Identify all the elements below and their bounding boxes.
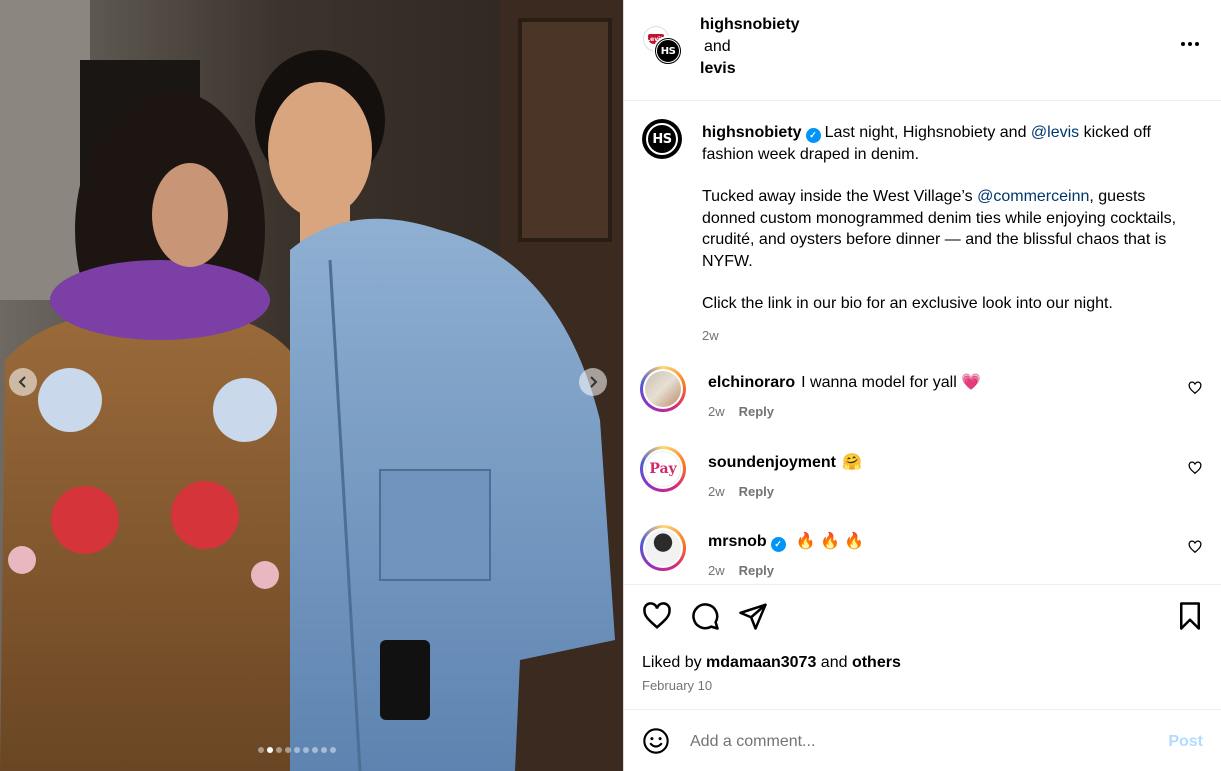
author-link[interactable]: highsnobiety (700, 16, 800, 33)
verified-badge-icon: ✓ (805, 128, 821, 143)
carousel-dot (330, 747, 336, 753)
comment-body: 🔥 🔥 🔥 (795, 533, 865, 550)
carousel-dot (285, 747, 291, 753)
author-link[interactable]: levis (700, 60, 736, 77)
like-comment-icon[interactable] (1188, 381, 1202, 395)
like-comment-icon[interactable] (1188, 540, 1202, 554)
carousel-dots (258, 747, 336, 753)
comments-area[interactable]: HS highsnobiety ✓ Last night, Highsnobiety… (624, 101, 1221, 584)
carousel-dot (321, 747, 327, 753)
comment-time[interactable]: 2w (708, 563, 725, 578)
comment-time[interactable]: 2w (708, 404, 725, 419)
chevron-left-icon (18, 376, 26, 388)
comment-avatar[interactable] (640, 525, 686, 571)
post-date[interactable]: February 10 (642, 678, 712, 693)
post-photo (0, 0, 623, 771)
comment-item: mrsnob ✓ 🔥 🔥 🔥 2w Reply (640, 525, 1206, 584)
comment-time[interactable]: 2w (708, 484, 725, 499)
share-icon[interactable] (738, 601, 768, 631)
comment-body: 🤗 (842, 454, 862, 471)
carousel-dot (312, 747, 318, 753)
comment-avatar[interactable] (640, 366, 686, 412)
likes-others-link[interactable]: others (852, 654, 901, 671)
caption-time[interactable]: 2w (702, 325, 1182, 347)
carousel-next-button[interactable] (579, 368, 607, 396)
caption-line1-pre: Last night, Highsnobiety and (824, 124, 1031, 141)
comment-body: I wanna model for yall 💗 (801, 374, 982, 391)
post-media[interactable] (0, 0, 623, 771)
comment-icon[interactable] (690, 601, 720, 631)
comment-meta: 2w Reply (708, 484, 774, 499)
caption-paragraph: Tucked away inside the West Village’s @c… (702, 186, 1182, 272)
likes-prefix: Liked by (642, 654, 707, 671)
comment-meta: 2w Reply (708, 404, 774, 419)
carousel-prev-button[interactable] (9, 368, 37, 396)
likes-summary: Liked by mdamaan3073 and others (642, 654, 901, 672)
author-separator: and (704, 38, 731, 55)
comment-username[interactable]: soundenjoyment (708, 454, 836, 471)
post-sidebar: Levi's HS highsnobiety and levis HS high… (623, 0, 1221, 771)
collab-avatars[interactable]: Levi's HS (643, 26, 687, 70)
like-comment-icon[interactable] (1188, 461, 1202, 475)
carousel-dot (294, 747, 300, 753)
post-header: Levi's HS highsnobiety and levis (624, 0, 1221, 101)
reply-button[interactable]: Reply (739, 484, 774, 499)
mention-link[interactable]: @commerceinn (977, 188, 1089, 205)
comment-username[interactable]: elchinoraro (708, 374, 795, 391)
pay-logo: Pay (649, 461, 677, 477)
comment-text: mrsnob ✓ 🔥 🔥 🔥 (708, 531, 864, 552)
carousel-dot (258, 747, 264, 753)
carousel-dot (303, 747, 309, 753)
add-comment-bar: Post (624, 709, 1221, 771)
liker-username[interactable]: mdamaan3073 (706, 654, 816, 671)
caption-paragraph: Click the link in our bio for an exclusi… (702, 295, 1113, 312)
post-authors: highsnobiety and levis (700, 14, 800, 80)
verified-badge-icon: ✓ (770, 537, 786, 552)
caption-username[interactable]: highsnobiety (702, 124, 802, 141)
comment-text: elchinoraro I wanna model for yall 💗 (708, 372, 981, 392)
hs-logo: HS (646, 123, 678, 155)
caption-para2-pre: Tucked away inside the West Village’s (702, 188, 978, 205)
comment-input[interactable] (690, 730, 1150, 754)
comment-item: elchinoraro I wanna model for yall 💗 2w Re… (640, 366, 1206, 426)
carousel-dot (267, 747, 273, 753)
carousel-dot (276, 747, 282, 753)
comment-username[interactable]: mrsnob (708, 533, 767, 550)
reply-button[interactable]: Reply (739, 404, 774, 419)
post-modal: Levi's HS highsnobiety and levis HS high… (0, 0, 1221, 771)
comment-text: soundenjoyment 🤗 (708, 452, 862, 472)
post-actions: Liked by mdamaan3073 and others February… (624, 584, 1221, 709)
highsnobiety-avatar[interactable]: HS (653, 36, 683, 66)
emoji-icon[interactable] (642, 727, 670, 755)
save-bookmark-icon[interactable] (1175, 601, 1205, 631)
comment-item: Pay soundenjoyment 🤗 2w Reply (640, 446, 1206, 506)
caption-avatar[interactable]: HS (642, 119, 682, 159)
comment-meta: 2w Reply (708, 563, 774, 578)
comment-avatar[interactable]: Pay (640, 446, 686, 492)
post-comment-button[interactable]: Post (1168, 733, 1203, 751)
chevron-right-icon (590, 376, 598, 388)
mention-link[interactable]: @levis (1031, 124, 1079, 141)
reply-button[interactable]: Reply (739, 563, 774, 578)
like-icon[interactable] (642, 601, 672, 631)
caption-text: highsnobiety ✓ Last night, Highsnobiety an… (702, 122, 1182, 346)
hs-logo: HS (656, 39, 680, 63)
more-options-icon[interactable] (1181, 42, 1199, 46)
likes-middle: and (816, 654, 852, 671)
